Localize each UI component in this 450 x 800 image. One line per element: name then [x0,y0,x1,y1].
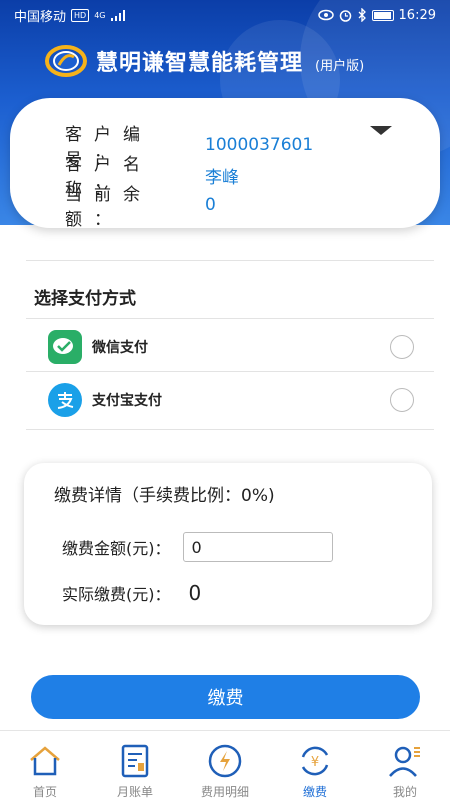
payment-icon: ¥ [301,746,329,776]
battery-icon [371,9,394,21]
balance-label: 当前余额： [65,185,152,230]
actual-payment-label: 实际缴费(元)： [62,585,171,604]
svg-text:¥: ¥ [311,755,319,770]
alarm-icon [339,9,351,22]
bluetooth-icon [358,8,366,22]
nav-monthly-bill-label: 月账单 [116,785,153,799]
monthly-bill-icon [121,744,149,778]
actual-payment-value: 0 [188,581,202,605]
clock-time: 16:29 [398,7,436,23]
divider [26,429,434,430]
wechat-pay-option[interactable]: 微信支付 [48,327,418,367]
pay-button[interactable]: 缴费 [31,675,420,719]
signal-icon [110,9,125,21]
home-icon [30,746,60,776]
nav-home-label: 首页 [32,785,57,799]
app-subtitle: (用户版) [315,58,365,74]
alipay-radio[interactable] [390,388,414,412]
nav-payment[interactable]: ¥ 缴费 [275,743,355,800]
nav-home[interactable]: 首页 [5,743,85,800]
wechat-pay-label: 微信支付 [92,340,148,356]
nav-profile-label: 我的 [392,785,417,799]
customer-dropdown-icon[interactable] [370,126,392,135]
divider [26,318,434,319]
payment-detail-card: 缴费详情（手续费比例：0%) 缴费金额(元)： 实际缴费(元)： 0 [24,463,432,625]
amount-input[interactable] [182,532,333,562]
bottom-navigation: 首页 月账单 费用明细 ¥ 缴费 我的 [0,730,450,800]
app-title-row: 慧明谦智慧能耗管理 (用户版) [44,42,364,80]
nav-monthly-bill[interactable]: 月账单 [95,743,175,800]
alipay-option[interactable]: 支付宝支付 [48,380,418,420]
amount-label: 缴费金额(元)： [62,539,171,558]
divider [26,260,434,261]
hd-badge: HD [71,8,90,22]
actual-payment-row: 实际缴费(元)： 0 [62,581,201,605]
app-title: 慧明谦智慧能耗管理 [96,51,304,76]
carrier-name: 中国移动 [14,9,67,25]
balance-value: 0 [205,195,216,215]
profile-icon [389,746,420,777]
app-logo-icon [45,45,87,77]
eye-icon [317,9,334,21]
network-type: 4G [94,10,106,20]
alipay-icon [48,383,82,417]
nav-payment-label: 缴费 [302,785,327,799]
wechat-icon [48,330,82,364]
customer-info-card: 客户编号： 1000037601 客户名称： 李峰 当前余额： 0 [10,98,440,230]
cost-detail-icon [208,744,242,778]
payment-detail-title: 缴费详情（手续费比例：0%) [54,486,275,506]
wechat-pay-radio[interactable] [390,335,414,359]
nav-cost-detail-label: 费用明细 [200,785,249,799]
status-bar: 中国移动 HD 4G 16:29 [0,0,450,30]
amount-row: 缴费金额(元)： [62,532,333,562]
nav-profile[interactable]: 我的 [365,743,445,800]
payment-method-title: 选择支付方式 [34,289,136,309]
nav-cost-detail[interactable]: 费用明细 [185,743,265,800]
balance-row: 当前余额： 0 [65,180,216,230]
divider [26,371,434,372]
alipay-label: 支付宝支付 [92,393,162,409]
